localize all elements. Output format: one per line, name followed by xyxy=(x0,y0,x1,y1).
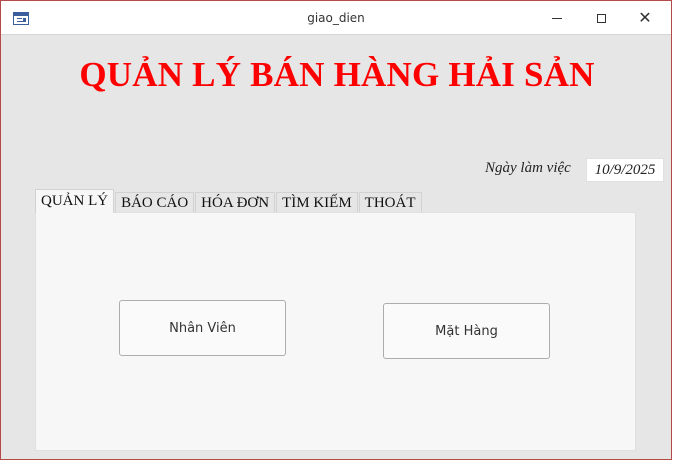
close-button[interactable]: ✕ xyxy=(623,1,667,35)
mat-hang-button[interactable]: Mặt Hàng xyxy=(383,303,550,359)
page-title: QUẢN LÝ BÁN HÀNG HẢI SẢN xyxy=(79,55,595,94)
maximize-button[interactable] xyxy=(579,1,623,35)
maximize-icon xyxy=(596,13,606,23)
tab-quan-ly[interactable]: QUẢN LÝ xyxy=(35,189,115,213)
app-window: giao_dien ✕ QUẢN LÝ BÁN HÀNG HẢI SẢN Ngà… xyxy=(0,0,672,460)
close-icon: ✕ xyxy=(638,8,652,27)
minimize-button[interactable] xyxy=(535,1,579,35)
work-date-field[interactable]: 10/9/2025 xyxy=(586,158,664,182)
tab-thoat[interactable]: THOÁT xyxy=(358,192,422,213)
tab-tim-kiem[interactable]: TÌM KIẾM xyxy=(276,192,358,213)
work-date-label: Ngày làm việc xyxy=(485,160,571,176)
title-bar[interactable]: giao_dien ✕ xyxy=(1,1,671,35)
tab-bao-cao[interactable]: BÁO CÁO xyxy=(115,192,195,213)
nhan-vien-button[interactable]: Nhân Viên xyxy=(119,300,286,356)
tab-hoa-don[interactable]: HÓA ĐƠN xyxy=(195,192,276,213)
tab-strip: QUẢN LÝ BÁO CÁO HÓA ĐƠN TÌM KIẾM THOÁT xyxy=(35,189,423,213)
minimize-icon xyxy=(552,17,562,19)
